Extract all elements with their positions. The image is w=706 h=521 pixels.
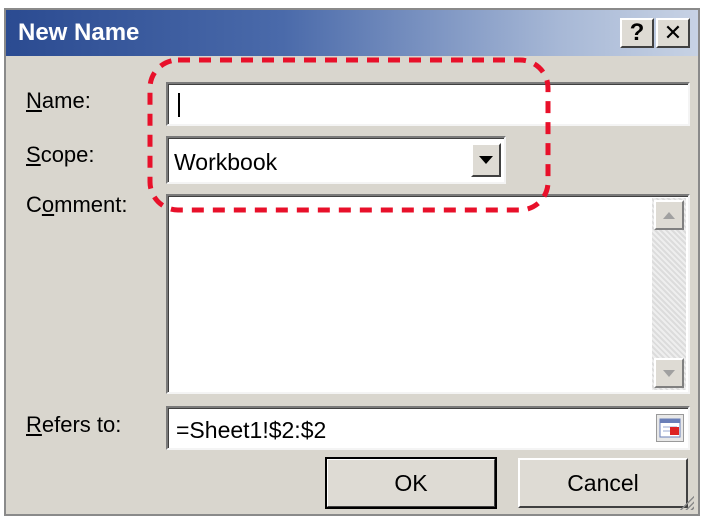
dialog-title: New Name xyxy=(18,19,140,46)
close-button[interactable]: ✕ xyxy=(656,18,690,48)
name-label-text: ame: xyxy=(41,88,91,113)
refers-to-label-text: efers to: xyxy=(41,412,122,437)
comment-scrollbar[interactable] xyxy=(652,198,686,390)
help-button[interactable]: ? xyxy=(620,18,654,48)
ok-button[interactable]: OK xyxy=(325,457,497,509)
comment-textarea[interactable] xyxy=(166,194,690,394)
refers-to-value: =Sheet1!$2:$2 xyxy=(176,417,327,443)
dropdown-arrow-icon xyxy=(479,156,493,164)
cancel-button[interactable]: Cancel xyxy=(518,458,688,508)
name-label-mnemonic: N xyxy=(26,88,42,113)
title-bar[interactable]: New Name ? ✕ xyxy=(6,10,698,56)
collapse-dialog-icon xyxy=(659,418,681,438)
close-icon: ✕ xyxy=(663,20,683,45)
scroll-up-button[interactable] xyxy=(654,200,684,230)
scope-label: Scope: xyxy=(26,142,95,168)
name-input[interactable] xyxy=(166,82,690,126)
scope-selected-value: Workbook xyxy=(174,149,278,175)
scope-dropdown[interactable]: Workbook xyxy=(166,136,506,184)
collapse-dialog-button[interactable] xyxy=(656,414,684,442)
help-icon: ? xyxy=(629,19,645,46)
refers-to-label: Refers to: xyxy=(26,412,121,438)
refers-to-input[interactable]: =Sheet1!$2:$2 xyxy=(166,406,690,450)
scroll-down-icon xyxy=(663,369,675,377)
comment-label-mnemonic: o xyxy=(41,192,55,217)
refers-to-label-mnemonic: R xyxy=(26,412,42,437)
scroll-up-icon xyxy=(663,211,675,219)
scope-label-text: cope: xyxy=(40,142,95,167)
comment-label-text: mment: xyxy=(54,192,128,217)
highlight-annotation xyxy=(147,57,551,213)
name-label: Name: xyxy=(26,88,91,114)
resize-grip-icon[interactable] xyxy=(678,494,694,510)
scope-label-mnemonic: S xyxy=(26,142,41,167)
text-caret xyxy=(178,93,180,117)
comment-label-first: C xyxy=(26,192,42,217)
scope-dropdown-button[interactable] xyxy=(471,143,501,177)
scroll-down-button[interactable] xyxy=(654,358,684,388)
new-name-dialog: New Name ? ✕ Name: Scope: Workbook Comme… xyxy=(4,8,700,516)
comment-label: Comment: xyxy=(26,192,128,218)
